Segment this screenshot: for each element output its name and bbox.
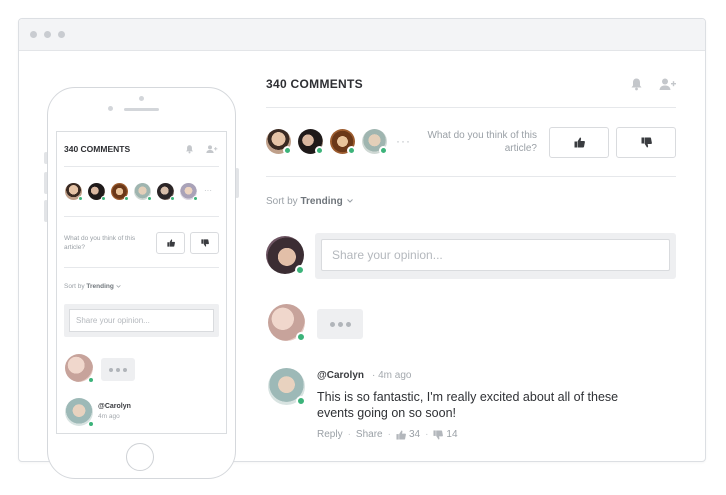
phone-speaker	[124, 108, 159, 111]
chevron-down-icon	[116, 284, 121, 288]
participant-avatar[interactable]	[180, 183, 198, 201]
typing-indicator	[317, 309, 363, 339]
mobile-comments-count-title: 340 COMMENTS	[64, 144, 131, 154]
phone-camera	[139, 96, 144, 101]
window-minimize-dot[interactable]	[44, 31, 51, 38]
participant-avatar[interactable]	[298, 129, 324, 155]
share-opinion-input[interactable]	[321, 239, 670, 271]
window-maximize-dot[interactable]	[58, 31, 65, 38]
mobile-comment-composer	[64, 304, 219, 337]
mobile-typing-indicator	[101, 358, 135, 381]
participant-avatar[interactable]	[134, 183, 152, 201]
thumbs-down-button[interactable]	[616, 127, 676, 158]
article-feedback-question: What do you think of this article?	[427, 130, 537, 154]
participant-avatar[interactable]	[330, 129, 356, 155]
participant-avatar[interactable]	[111, 183, 129, 201]
typing-user-avatar[interactable]	[268, 304, 306, 342]
add-user-icon[interactable]	[206, 144, 218, 154]
window-close-dot[interactable]	[30, 31, 37, 38]
mobile-feedback-question: What do you think of this article?	[64, 235, 136, 251]
bell-icon[interactable]	[185, 144, 194, 154]
comment-author[interactable]: @Carolyn	[317, 370, 364, 381]
participant-avatar[interactable]	[157, 183, 175, 201]
dislike-action[interactable]: 14	[433, 429, 458, 440]
comments-count-title: 340 COMMENTS	[266, 77, 363, 91]
thumbs-up-icon	[574, 137, 585, 148]
thumbs-up-button[interactable]	[549, 127, 609, 158]
sort-value: Trending	[300, 196, 343, 207]
sort-label: Sort by	[266, 196, 298, 207]
mobile-sort-dropdown[interactable]: Sort by Trending	[64, 283, 121, 290]
sort-dropdown[interactable]: Sort by Trending	[266, 196, 354, 207]
participant-avatar[interactable]	[266, 129, 292, 155]
divider	[64, 267, 219, 268]
like-count: 34	[408, 429, 421, 440]
reply-link[interactable]: Reply	[317, 429, 343, 440]
comment-author-avatar[interactable]	[268, 368, 306, 406]
comment-author-avatar[interactable]	[65, 398, 94, 427]
comment-timestamp: · 4m ago	[372, 370, 412, 381]
divider	[266, 107, 676, 108]
chevron-down-icon	[347, 199, 354, 204]
share-link[interactable]: Share	[356, 429, 383, 440]
participant-avatar[interactable]	[65, 183, 83, 201]
divider	[64, 166, 219, 167]
phone-sensor	[108, 106, 113, 111]
comment-actions: Reply · Share · 34 · 14	[317, 429, 458, 440]
thumbs-down-icon	[200, 239, 209, 247]
window-title-bar	[19, 19, 705, 51]
participant-avatar[interactable]	[362, 129, 388, 155]
thumbs-down-icon	[641, 137, 652, 148]
sort-value: Trending	[86, 283, 114, 290]
mobile-comment-timestamp: 4m ago	[98, 413, 120, 420]
divider	[64, 216, 219, 217]
mobile-comment-author[interactable]: @Carolyn	[98, 403, 131, 410]
current-user-avatar[interactable]	[266, 236, 305, 275]
thumbs-up-icon	[166, 239, 175, 247]
participant-avatar[interactable]	[88, 183, 106, 201]
mobile-thumbs-down-button[interactable]	[190, 232, 219, 254]
mobile-share-opinion-input[interactable]	[69, 309, 214, 332]
more-participants[interactable]: ···	[204, 186, 212, 195]
dislike-count: 14	[446, 429, 458, 440]
comment-composer	[315, 233, 676, 279]
typing-user-avatar[interactable]	[65, 354, 94, 383]
comment-text: This is so fantastic, I'm really excited…	[317, 390, 619, 420]
phone-home-button[interactable]	[126, 443, 154, 471]
like-action[interactable]: 34	[396, 429, 420, 440]
thumbs-down-icon	[433, 429, 444, 440]
thumbs-up-icon	[396, 429, 406, 440]
bell-icon[interactable]	[630, 77, 643, 91]
mobile-thumbs-up-button[interactable]	[156, 232, 185, 254]
sort-label: Sort by	[64, 283, 85, 290]
more-participants[interactable]: ···	[396, 134, 411, 148]
add-user-icon[interactable]	[659, 77, 677, 91]
divider	[266, 176, 676, 177]
